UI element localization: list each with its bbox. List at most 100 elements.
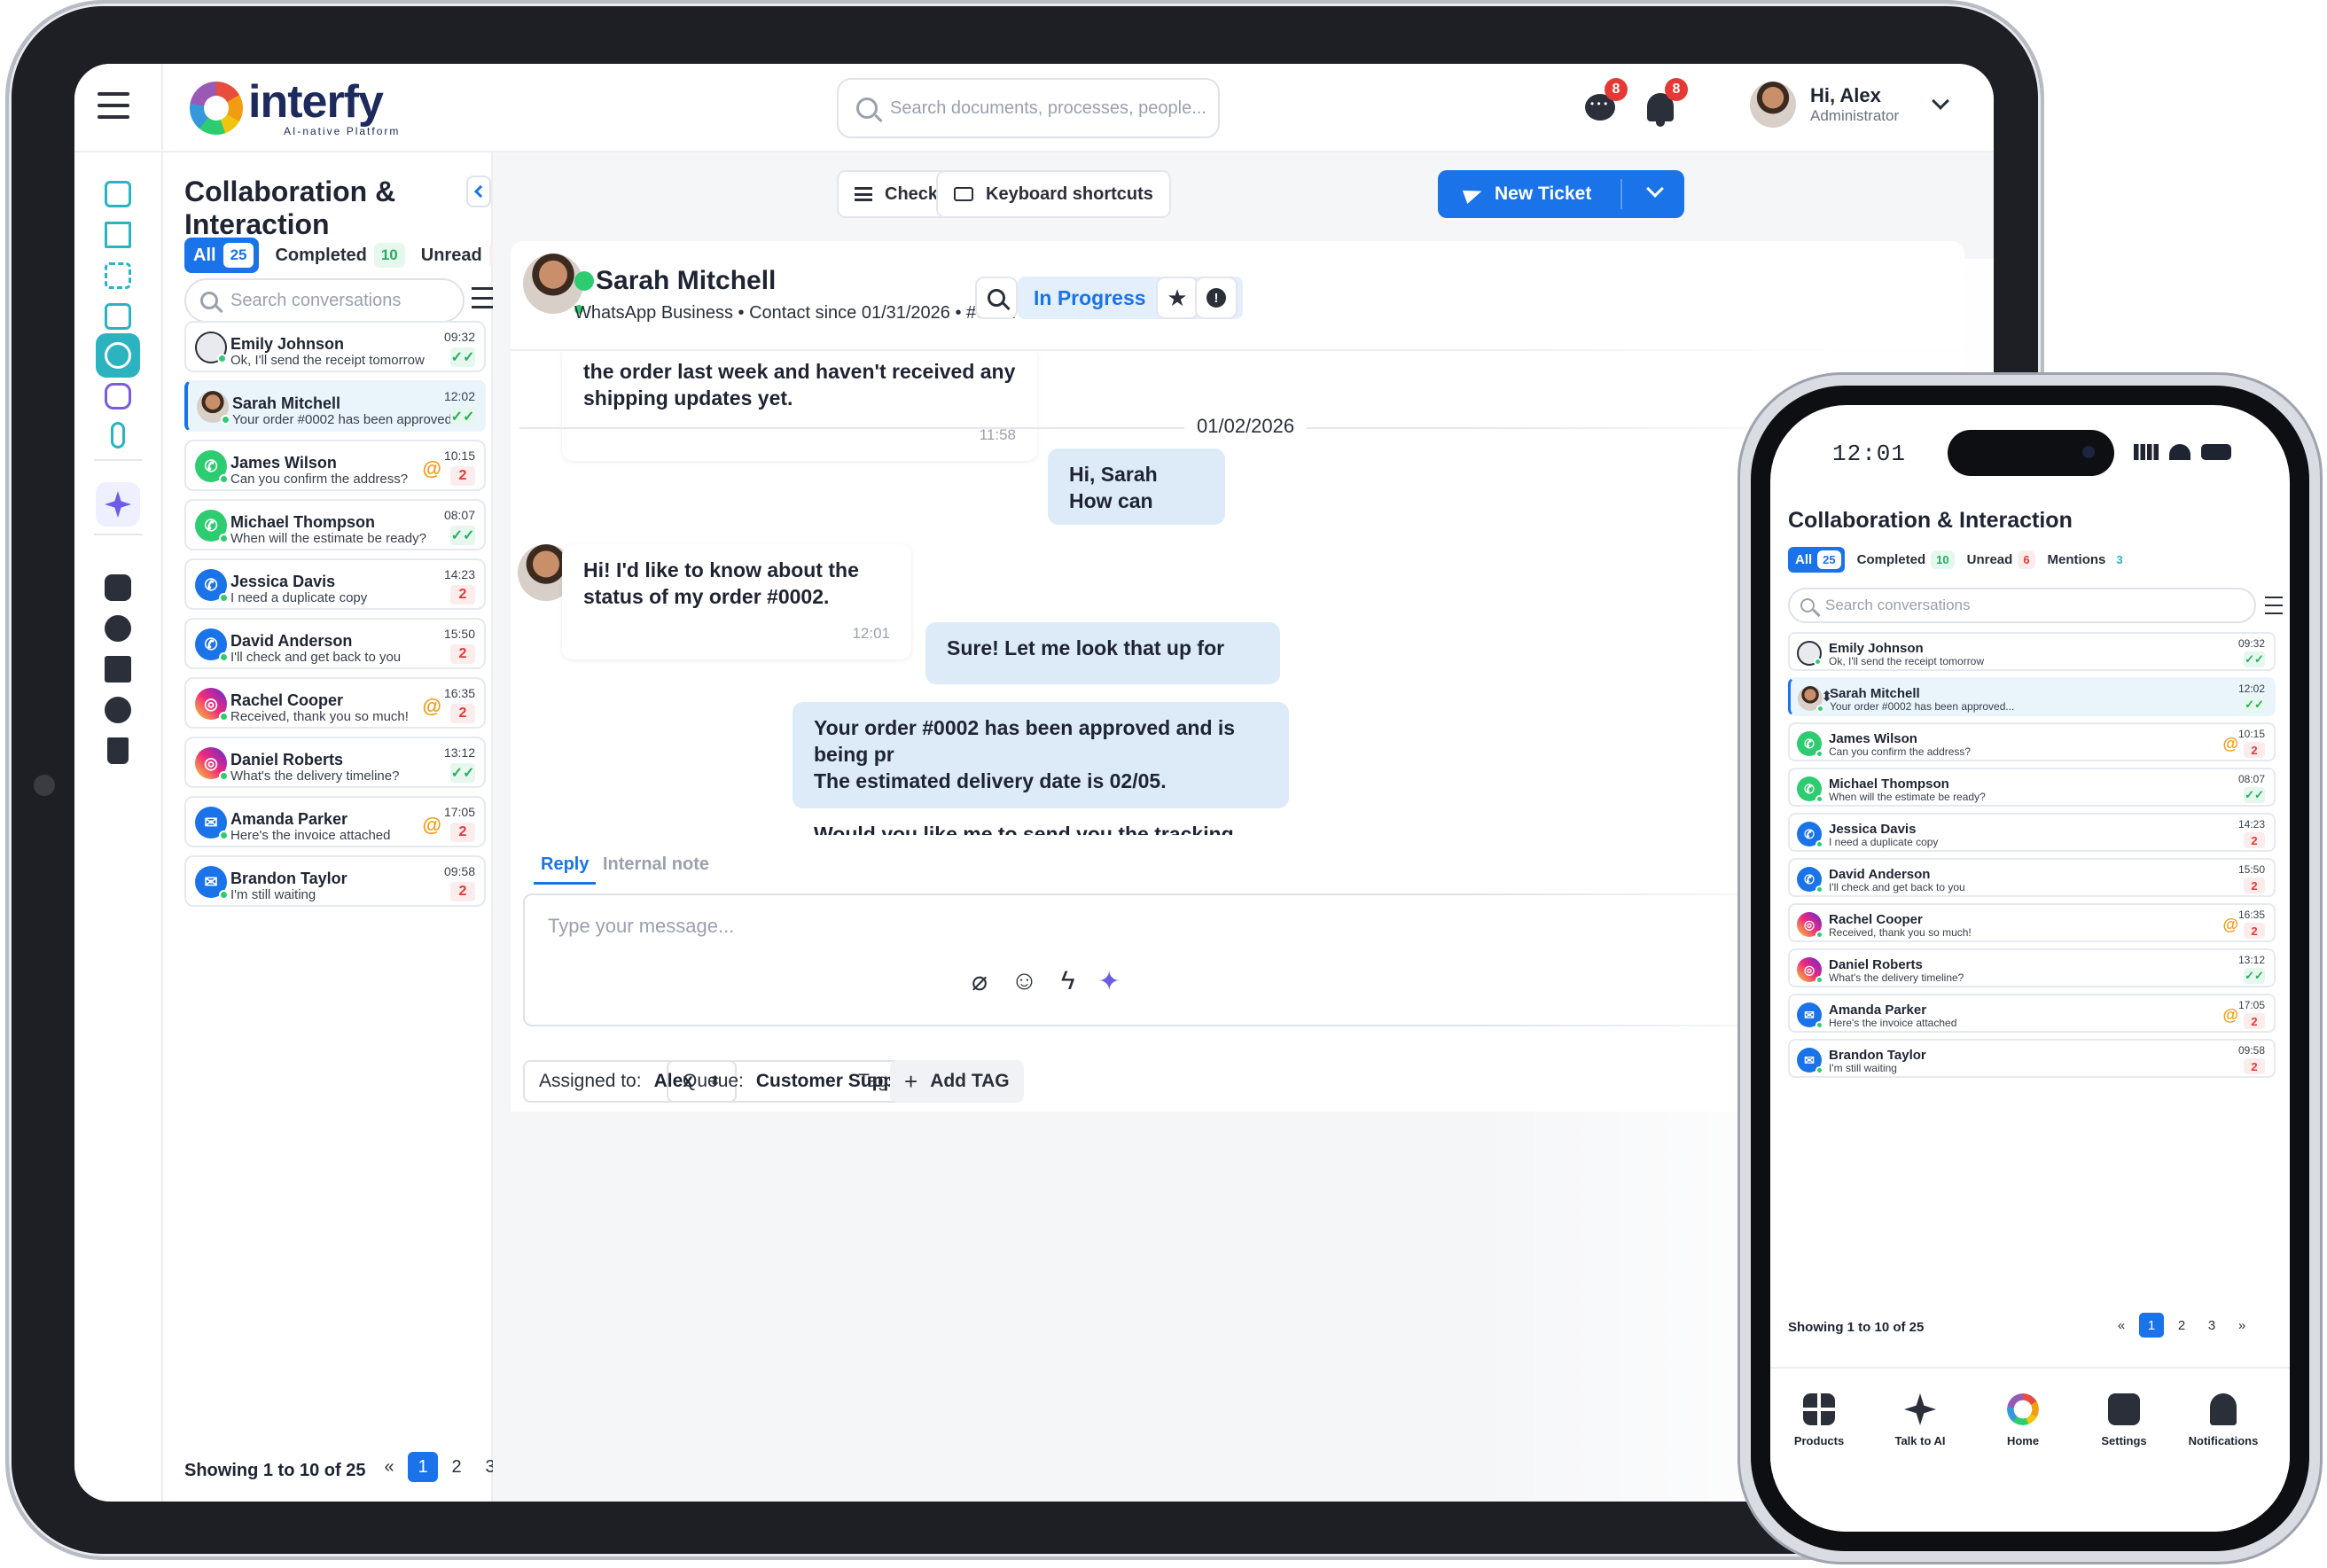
conversation-item[interactable]: ◎ Daniel Roberts What's the delivery timel… [1788,948,2276,987]
mobile-tab-completed[interactable]: Completed 10 [1857,550,1955,569]
rail-collaboration[interactable] [96,333,140,378]
conversation-item[interactable]: ✆ Jessica Davis I need a duplicate copy 14:… [184,558,486,610]
rail-bookmarks[interactable] [96,647,140,691]
rail-voice[interactable] [96,413,140,457]
nav-notifications[interactable]: Notifications [2175,1393,2272,1447]
conversation-search-input[interactable]: Search conversations [184,278,465,323]
rail-history[interactable] [96,688,140,732]
mobile-page-3[interactable]: 3 [2199,1313,2224,1338]
rail-settings[interactable] [96,566,140,610]
email-icon: ✉ [195,866,229,900]
rail-forms[interactable] [96,294,140,339]
collapse-panel-button[interactable] [466,176,491,207]
message-text: the order last week and haven't received… [583,360,1016,410]
nav-products-label: Products [1793,1434,1845,1447]
new-ticket-button[interactable]: New Ticket [1438,170,1684,218]
conversation-item[interactable]: ✉ Amanda Parker Here's the invoice attache… [1788,994,2276,1033]
message-outgoing: Sure! Let me look that up for [925,622,1280,684]
nav-settings[interactable]: Settings [2075,1393,2173,1447]
emoji-icon[interactable]: ☺ [1011,966,1038,997]
attachment-icon[interactable]: ⌀ [972,966,988,997]
app-logo[interactable]: interfy AI-native Platform [190,76,400,140]
tab-reply[interactable]: Reply [534,854,597,885]
conversation-item[interactable]: Emily Johnson Ok, I'll send the receipt t… [1788,632,2276,671]
person-icon [195,332,227,363]
conversation-item[interactable]: ✆ Jessica Davis I need a duplicate copy 14:… [1788,813,2276,852]
rail-ai[interactable] [96,482,140,527]
conversation-item[interactable]: ✆ Michael Thompson When will the estimate … [1788,768,2276,807]
rail-documents[interactable] [96,172,140,216]
conversation-item[interactable]: ✆ David Anderson I'll check and get back t… [184,618,486,669]
conversation-item[interactable]: ✆ David Anderson I'll check and get back t… [1788,858,2276,897]
mention-icon: @ [422,814,441,836]
messages-button[interactable]: 8 [1578,78,1628,129]
read-status-badge: ✓✓ [450,763,475,783]
keyboard-shortcuts-button[interactable]: Keyboard shortcuts [936,170,1171,218]
mobile-page-last[interactable]: » [2229,1313,2254,1338]
add-tag-button[interactable]: + Add TAG [890,1060,1024,1103]
user-menu[interactable]: Hi, Alex Administrator [1750,82,1950,128]
conversation-item[interactable]: Sarah Mitchell Your order #0002 has been … [1788,677,2276,716]
conversation-name: Jessica Davis [1829,822,1917,837]
mobile-page-1[interactable]: 1 [2139,1313,2164,1338]
conversation-item[interactable]: ✆ James Wilson Can you confirm the address… [184,440,486,491]
tab-all-count: 25 [223,243,254,268]
conversation-item[interactable]: ◎ Rachel Cooper Received, thank you so muc… [184,677,486,729]
conversation-item[interactable]: Sarah Mitchell Your order #0002 has been … [184,380,486,432]
mobile-search-input[interactable]: Search conversations [1788,588,2256,623]
instagram-icon: ◎ [195,747,229,781]
mobile-filter-icon[interactable] [2265,597,2283,614]
whatsapp-icon: ✆ [1797,731,1823,758]
notifications-button[interactable]: 8 [1638,78,1688,129]
bell-icon [2210,1393,2237,1425]
menu-icon[interactable] [98,92,129,119]
page-2-button[interactable]: 2 [441,1452,472,1482]
rail-capture[interactable] [96,254,140,298]
alert-button[interactable]: ! [1195,277,1238,319]
filter-sliders-icon[interactable] [472,287,493,308]
collaboration-icon [105,342,131,369]
conversation-item[interactable]: ✆ James Wilson Can you confirm the address… [1788,722,2276,761]
tab-internal-note[interactable]: Internal note [603,854,709,875]
conversation-item[interactable]: ✉ Amanda Parker Here's the invoice attache… [184,796,486,847]
conversation-preview: Ok, I'll send the receipt tomorrow [230,353,425,368]
nav-products[interactable]: Products [1770,1393,1868,1447]
conversation-panel: Collaboration & Interaction All 25 Comple… [163,152,628,1502]
new-ticket-label: New Ticket [1495,183,1592,204]
tab-completed[interactable]: Completed 10 [275,243,405,268]
tab-all[interactable]: All 25 [184,238,260,273]
conversation-item[interactable]: ✉ Brandon Taylor I'm still waiting 09:58 2 [184,855,486,907]
favorite-button[interactable]: ★ [1156,277,1199,319]
conversation-item[interactable]: ✉ Brandon Taylor I'm still waiting 09:58 2 [1788,1039,2276,1078]
global-search-input[interactable]: Search documents, processes, people... [837,78,1220,138]
page-first-button[interactable]: « [374,1452,404,1482]
mobile-tab-all[interactable]: All 25 [1788,547,1845,573]
email-icon: ✉ [1797,1002,1823,1029]
sparkle-icon [1904,1393,1936,1425]
new-ticket-dropdown-icon[interactable] [1646,180,1664,198]
lightning-icon[interactable]: ϟ [1061,966,1075,997]
conversation-item[interactable]: Emily Johnson Ok, I'll send the receipt t… [184,321,486,372]
nav-talk-to-ai[interactable]: Talk to AI [1871,1393,1969,1447]
conversation-item[interactable]: ✆ Michael Thompson When will the estimate … [184,499,486,550]
mobile-tab-unread[interactable]: Unread 6 [1967,550,2035,569]
rail-trash[interactable] [96,729,140,773]
search-conversation-button[interactable] [975,277,1018,319]
rail-workflows[interactable] [96,213,140,257]
rail-bots[interactable] [96,374,140,418]
conversation-item[interactable]: ◎ Rachel Cooper Received, thank you so muc… [1788,903,2276,942]
ai-sparkle-icon[interactable]: ✦ [1098,966,1121,997]
page-1-button[interactable]: 1 [408,1452,438,1482]
date-label: 01/02/2026 [1184,415,1308,438]
products-grid-icon [1803,1393,1835,1425]
nav-home[interactable]: Home [1974,1393,2072,1447]
unread-count-badge: 2 [2244,878,2265,893]
mobile-page-2[interactable]: 2 [2169,1313,2194,1338]
conversation-preview: When will the estimate be ready? [230,531,426,546]
mention-icon: @ [422,457,441,480]
email-icon: ✉ [1797,1048,1823,1074]
rail-info[interactable] [96,606,140,651]
mobile-tab-mentions[interactable]: Mentions 3 [2048,550,2128,569]
conversation-item[interactable]: ◎ Daniel Roberts What's the delivery timel… [184,737,486,788]
mobile-page-first[interactable]: « [2109,1313,2134,1338]
